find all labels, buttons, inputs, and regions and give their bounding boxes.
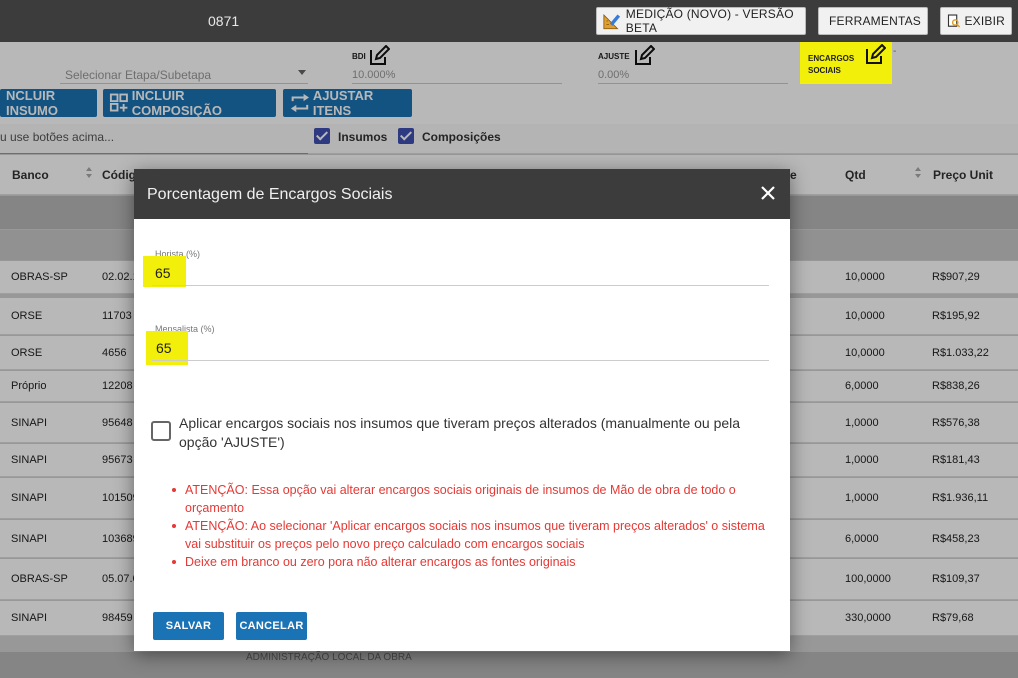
encargos-modal: Porcentagem de Encargos Sociais Horista … xyxy=(134,169,790,651)
mensalista-input[interactable]: 65 xyxy=(156,340,172,356)
close-icon[interactable] xyxy=(758,183,778,203)
cancel-button[interactable]: CANCELAR xyxy=(236,612,307,640)
edit-encargos-icon[interactable] xyxy=(864,44,886,66)
ferramentas-label: FERRAMENTAS xyxy=(829,14,921,28)
warning-item: ATENÇÃO: Ao selecionar 'Aplicar encargos… xyxy=(172,517,772,553)
warning-item: ATENÇÃO: Essa opção vai alterar encargos… xyxy=(172,481,772,517)
horista-input[interactable]: 65 xyxy=(155,265,171,281)
aplicar-encargos-checkbox[interactable] xyxy=(151,421,171,441)
exibir-label: EXIBIR xyxy=(964,14,1005,28)
mensalista-underline xyxy=(152,360,769,361)
save-button[interactable]: SALVAR xyxy=(153,612,224,640)
save-label: SALVAR xyxy=(165,620,212,632)
encargos-sociais-highlight[interactable]: ENCARGOS SOCIAIS - xyxy=(800,42,896,84)
medicao-label: MEDIÇÃO (NOVO) - VERSÃO BETA xyxy=(625,7,794,35)
budget-code: 0871 xyxy=(208,13,240,29)
ferramentas-button[interactable]: FERRAMENTAS xyxy=(818,7,928,35)
document-search-icon xyxy=(947,14,961,28)
aplicar-encargos-text: Aplicar encargos sociais nos insumos que… xyxy=(179,415,741,450)
modal-title: Porcentagem de Encargos Sociais xyxy=(147,186,393,203)
ruler-pencil-icon xyxy=(603,13,621,30)
warning-item: Deixe em branco ou zero pora não alterar… xyxy=(172,553,772,571)
medicao-button[interactable]: MEDIÇÃO (NOVO) - VERSÃO BETA xyxy=(596,7,806,35)
encargos-label: ENCARGOS SOCIAIS xyxy=(808,54,855,75)
horista-underline xyxy=(152,285,769,286)
encargos-dash: - xyxy=(893,46,897,57)
exibir-button[interactable]: EXIBIR xyxy=(940,7,1012,35)
top-bar: 0871 MEDIÇÃO (NOVO) - VERSÃO BETA FERRAM… xyxy=(0,0,1018,42)
cancel-label: CANCELAR xyxy=(239,620,304,632)
modal-header: Porcentagem de Encargos Sociais xyxy=(134,169,790,219)
warning-list: ATENÇÃO: Essa opção vai alterar encargos… xyxy=(172,481,772,571)
